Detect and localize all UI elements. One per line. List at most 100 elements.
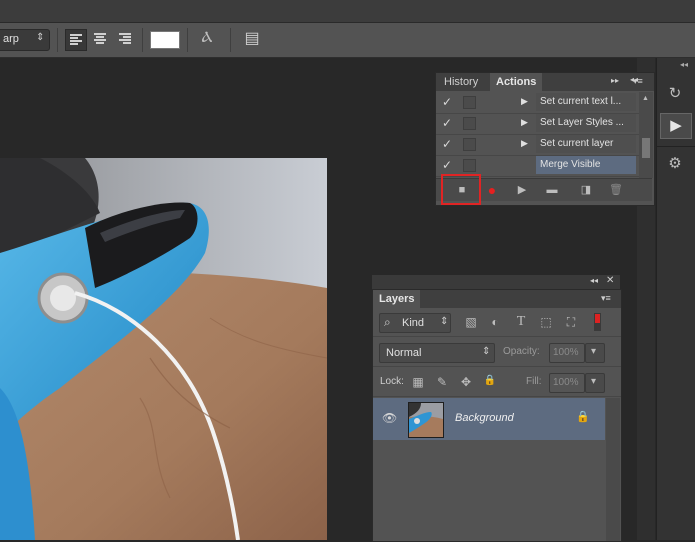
lock-transparent-pixels-icon[interactable]: ▦ [411, 375, 425, 389]
properties-panel-button[interactable]: ⚙ [660, 154, 690, 178]
close-icon[interactable]: ✕ [606, 275, 614, 286]
actions-panel-button[interactable]: ▶ [660, 113, 692, 139]
new-action-button[interactable]: ◨ [578, 183, 594, 197]
new-set-button[interactable]: ▬ [544, 183, 560, 197]
select-arrows-icon: ⇕ [36, 32, 45, 43]
filter-kind-value: Kind [402, 317, 425, 329]
panel-menu-icon[interactable]: ▾≡ [601, 293, 611, 304]
collapse-strip-icon[interactable]: ◂◂ [680, 60, 688, 69]
actions-panel-tabbar: History Actions ▸▸ ▾≡ [436, 73, 654, 91]
layers-scrollbar[interactable] [606, 398, 620, 541]
antialias-value: arp [3, 33, 19, 45]
options-separator [57, 28, 58, 52]
action-row[interactable]: ✓ ▶ Set Layer Styles ... [436, 113, 652, 135]
action-name: Set Layer Styles ... [536, 114, 636, 132]
toggle-check-icon[interactable]: ✓ [442, 95, 452, 109]
expand-panels-icon[interactable]: ▸▸ [611, 76, 619, 85]
align-center-icon [94, 33, 106, 45]
history-brush-icon: ↻ [668, 85, 682, 102]
align-left-icon [70, 34, 82, 46]
align-right-icon [119, 33, 131, 45]
app-menu-strip [0, 0, 695, 23]
opacity-value: 100% [553, 347, 579, 358]
layer-thumbnail-image [409, 403, 443, 437]
folder-panels-icon: ▤ [244, 30, 260, 47]
layer-name[interactable]: Background [455, 412, 514, 424]
layers-panel-header: ◂◂ ✕ [372, 275, 620, 289]
dialog-toggle-box[interactable] [463, 117, 476, 130]
eye-visibility-icon[interactable]: 👁 [382, 411, 397, 425]
filter-toggle-red [595, 314, 600, 323]
document-canvas[interactable] [0, 158, 327, 540]
align-center-button[interactable] [90, 29, 110, 49]
history-panel-button[interactable]: ↻ [660, 84, 690, 108]
shape-filter-icon[interactable]: ⬚ [538, 315, 554, 329]
layers-panel: Layers ▾≡ ⌕ Kind ⇕ ▧ ◐ T ⬚ ⛶ Normal ⇕ Op… [372, 289, 622, 542]
layer-thumbnail [408, 402, 444, 438]
action-name: Set current layer [536, 135, 636, 153]
scroll-thumb[interactable] [642, 138, 650, 158]
character-panels-button[interactable]: ▤ [242, 29, 262, 49]
select-arrows-icon: ⇕ [482, 346, 491, 357]
lock-image-pixels-icon[interactable]: ✎ [435, 375, 449, 389]
blend-mode-select[interactable]: Normal ⇕ [379, 343, 495, 363]
play-icon: ▶ [670, 117, 682, 134]
filter-toggle[interactable] [594, 313, 601, 331]
layer-row-background[interactable]: 👁 Background 🔒 [373, 398, 605, 440]
antialias-select[interactable]: arp ⇕ [0, 29, 50, 51]
divider [373, 336, 621, 337]
pixel-filter-icon[interactable]: ▧ [463, 315, 479, 329]
filter-kind-select[interactable]: ⌕ Kind ⇕ [379, 313, 451, 333]
lock-label: Lock: [380, 376, 404, 387]
fill-dropdown[interactable]: ▾ [585, 373, 605, 393]
align-right-button[interactable] [115, 29, 135, 49]
type-filter-icon[interactable]: T [513, 314, 529, 330]
fill-input[interactable]: 100% [549, 373, 585, 393]
fill-value: 100% [553, 377, 579, 388]
toggle-check-icon[interactable]: ✓ [442, 158, 452, 172]
smart-object-filter-icon[interactable]: ⛶ [563, 315, 579, 330]
search-icon: ⌕ [384, 315, 391, 329]
action-row[interactable]: ✓ ▶ Set current text l... [436, 92, 652, 114]
actions-list: ✓ ▶ Set current text l... ✓ ▶ Set Layer … [436, 92, 654, 178]
properties-icon: ⚙ [668, 155, 682, 172]
delete-button[interactable]: 🗑 [608, 183, 624, 197]
actions-scrollbar[interactable]: ▲ [639, 92, 653, 178]
dialog-toggle-box[interactable] [463, 138, 476, 151]
expand-triangle-icon[interactable]: ▶ [521, 117, 528, 128]
collapse-panels-icon[interactable]: ◂◂ [630, 75, 638, 84]
expand-triangle-icon[interactable]: ▶ [521, 96, 528, 107]
blend-mode-value: Normal [386, 347, 422, 359]
fill-label: Fill: [526, 376, 542, 387]
tab-actions[interactable]: Actions [490, 73, 543, 91]
play-selection-button[interactable]: ▶ [514, 183, 530, 197]
align-left-button[interactable] [65, 29, 87, 51]
dialog-toggle-box[interactable] [463, 159, 476, 172]
toggle-check-icon[interactable]: ✓ [442, 137, 452, 151]
adjustment-filter-icon[interactable]: ◐ [487, 315, 503, 329]
opacity-input[interactable]: 100% [549, 343, 585, 363]
collapse-panels-icon[interactable]: ◂◂ [590, 276, 598, 285]
chevron-down-icon: ▾ [591, 376, 597, 387]
opacity-dropdown[interactable]: ▾ [585, 343, 605, 363]
text-color-swatch[interactable] [150, 31, 180, 49]
options-separator [142, 28, 143, 52]
strip-divider [656, 146, 695, 147]
opacity-label: Opacity: [503, 346, 540, 357]
canvas-image [0, 158, 327, 540]
expand-triangle-icon[interactable]: ▶ [521, 138, 528, 149]
toggle-check-icon[interactable]: ✓ [442, 116, 452, 130]
layer-lock-icon: 🔒 [576, 411, 590, 423]
tab-history[interactable]: History [438, 73, 484, 91]
scroll-up-icon[interactable]: ▲ [642, 95, 649, 102]
action-name: Merge Visible [536, 156, 636, 174]
tab-layers[interactable]: Layers [373, 290, 421, 308]
action-row[interactable]: ✓ ▶ Set current layer [436, 134, 652, 156]
chevron-down-icon: ▾ [591, 346, 597, 357]
highlight-callout [441, 174, 481, 205]
lock-all-icon[interactable]: 🔒 [483, 375, 497, 386]
warp-text-button[interactable]: Ⲁ [197, 29, 217, 49]
record-button[interactable]: ● [484, 183, 500, 197]
lock-position-icon[interactable]: ✥ [459, 375, 473, 389]
dialog-toggle-box[interactable] [463, 96, 476, 109]
